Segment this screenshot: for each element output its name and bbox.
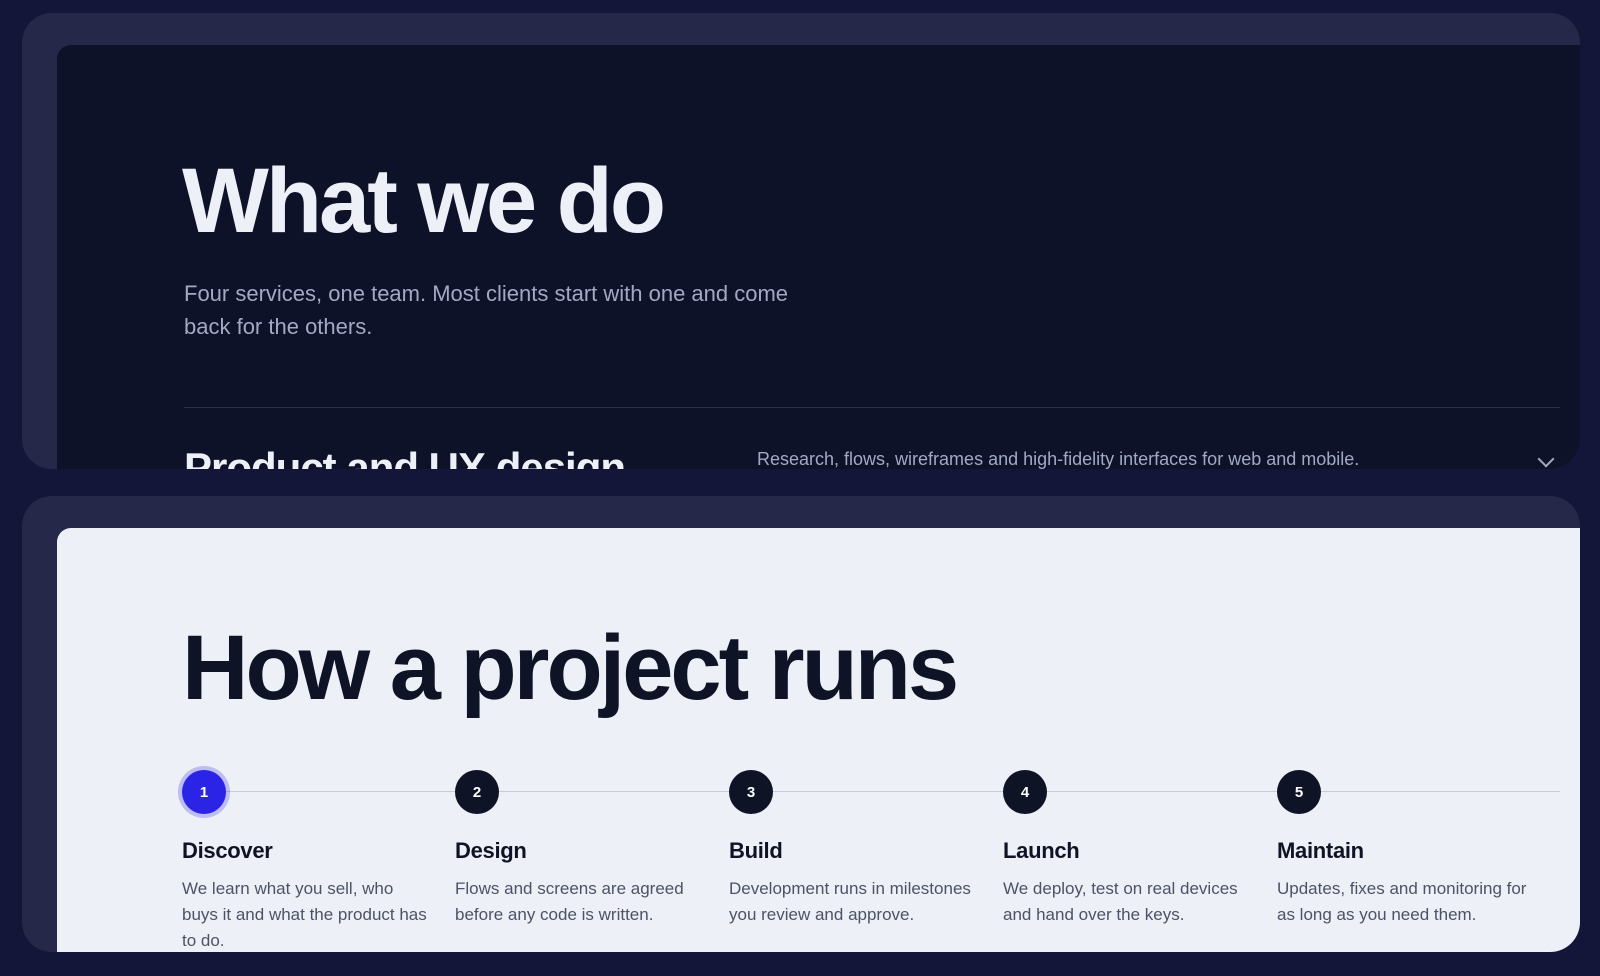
step-maintain[interactable]: 5 Maintain Updates, fixes and monitoring… [1277, 770, 1537, 928]
service-name: Product and UX design [184, 444, 626, 470]
step-design[interactable]: 2 Design Flows and screens are agreed be… [455, 770, 715, 928]
service-row-product-ux[interactable]: Product and UX design Research, flows, w… [57, 437, 1580, 469]
step-number-badge[interactable]: 3 [729, 770, 773, 814]
step-title: Discover [182, 838, 273, 863]
step-title: Launch [1003, 838, 1080, 863]
service-description: Research, flows, wireframes and high-fid… [757, 449, 1360, 469]
process-frame: How a project runs 1 Discover We learn w… [22, 496, 1580, 952]
step-description: Development runs in milestones you revie… [729, 879, 971, 924]
services-frame: What we do Four services, one team. Most… [22, 13, 1580, 469]
step-number-badge[interactable]: 4 [1003, 770, 1047, 814]
process-title: How a project runs [182, 617, 959, 719]
services-divider [184, 407, 1560, 408]
step-number-badge[interactable]: 2 [455, 770, 499, 814]
services-title: What we do [182, 150, 666, 252]
step-description: Updates, fixes and monitoring for as lon… [1277, 879, 1527, 924]
step-discover[interactable]: 1 Discover We learn what you sell, who b… [182, 770, 442, 952]
step-description: We learn what you sell, who buys it and … [182, 879, 427, 950]
step-title: Design [455, 838, 527, 863]
step-number-badge[interactable]: 5 [1277, 770, 1321, 814]
step-description: Flows and screens are agreed before any … [455, 879, 684, 924]
step-title: Maintain [1277, 838, 1364, 863]
step-launch[interactable]: 4 Launch We deploy, test on real devices… [1003, 770, 1263, 928]
step-description: We deploy, test on real devices and hand… [1003, 879, 1238, 924]
process-panel: How a project runs 1 Discover We learn w… [57, 528, 1580, 952]
services-subtitle: Four services, one team. Most clients st… [184, 281, 789, 339]
step-build[interactable]: 3 Build Development runs in milestones y… [729, 770, 989, 928]
step-number-badge[interactable]: 1 [182, 770, 226, 814]
step-title: Build [729, 838, 783, 863]
chevron-down-icon[interactable] [1537, 450, 1555, 468]
services-panel: What we do Four services, one team. Most… [57, 45, 1580, 469]
